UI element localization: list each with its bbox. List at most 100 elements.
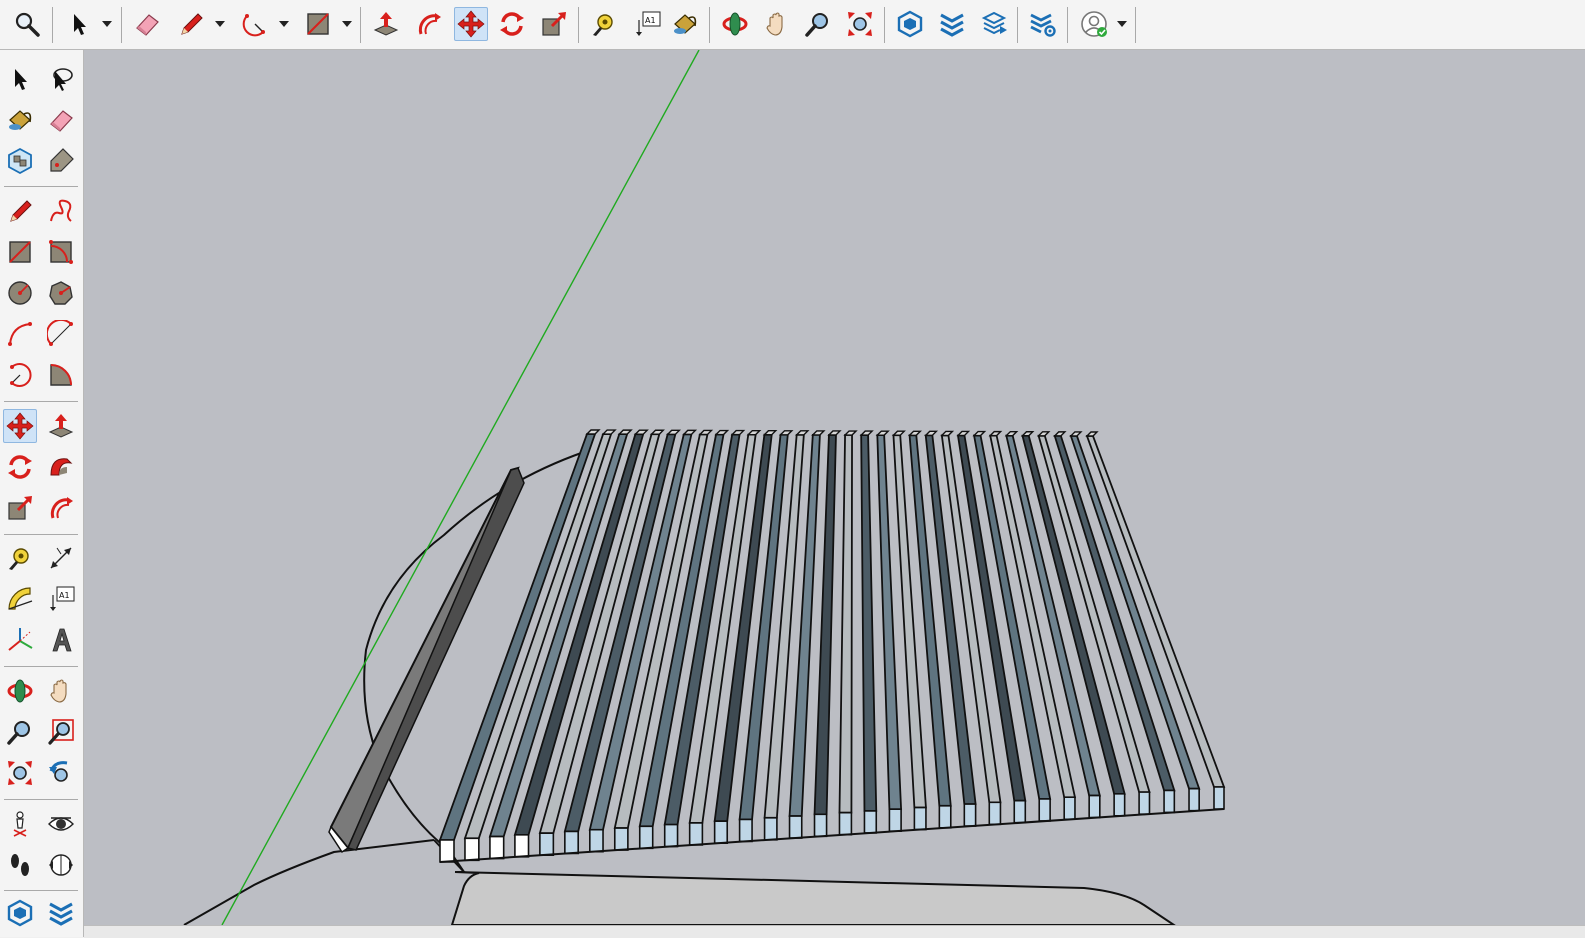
send-to-layout-button[interactable] [978,7,1012,41]
rotate-tool-button[interactable] [495,7,529,41]
left-push-pull-button[interactable] [44,409,78,443]
left-tag-button[interactable] [44,144,78,178]
arc-tool-button[interactable] [238,7,272,41]
orbit-tool-button[interactable] [718,7,752,41]
line-tool-button[interactable] [174,7,208,41]
slat-end-face [539,832,555,856]
left-position-camera-button[interactable] [3,807,37,841]
left-paint-bucket-button[interactable] [3,103,37,137]
slat-array[interactable] [438,429,1226,863]
pencil-line-icon [181,13,203,35]
left-look-around-button[interactable] [44,807,78,841]
toolbar-separator [360,7,361,43]
tape-measure-tool-button[interactable] [587,7,621,41]
3d-warehouse-button[interactable] [893,7,927,41]
slat-end-face [763,816,778,841]
left-pie-button[interactable] [44,358,78,392]
left-select-button[interactable] [3,62,37,96]
left-zoom-button[interactable] [3,715,37,749]
left-rotated-rectangle-button[interactable] [44,235,78,269]
slat[interactable] [838,430,858,836]
modeling-viewport[interactable] [84,50,1585,925]
left-rectangle-button[interactable] [3,235,37,269]
detached-slat[interactable] [328,466,525,854]
rectangle-dropdown[interactable] [341,7,353,41]
axes-icon [8,628,33,651]
left-line-button[interactable] [3,194,37,228]
left-eraser-button[interactable] [44,103,78,137]
left-orbit-button[interactable] [3,674,37,708]
left-zoom-extents-button[interactable] [3,756,37,790]
left-circle-button[interactable] [3,276,37,310]
rectangle-tool-button[interactable] [301,7,335,41]
pan-tool-button[interactable] [760,7,794,41]
line-dropdown[interactable] [214,7,226,41]
zoom-icon [7,721,30,745]
text-tool-button[interactable]: A1 [630,7,664,41]
left-3point-arc-button[interactable] [3,358,37,392]
left-protractor-button[interactable] [3,582,37,616]
left-previous-view-button[interactable] [44,756,78,790]
slat-top-cap [924,430,939,437]
toolbar-separator [1067,7,1068,43]
push-pull-tool-button[interactable] [369,7,403,41]
search-tool-button[interactable] [10,7,44,41]
left-axes-button[interactable] [3,623,37,657]
slat-end-face [1088,794,1101,819]
account-dropdown[interactable] [1116,7,1128,41]
slat-end-face [439,839,455,863]
left-polygon-button[interactable] [44,276,78,310]
slat-end-face [564,830,579,855]
zoom-tool-button[interactable] [801,7,835,41]
left-dimension-button[interactable] [44,541,78,575]
slat[interactable] [813,430,842,838]
arc-dropdown[interactable] [278,7,290,41]
slat-end-face [1213,786,1225,810]
left-zoom-window-button[interactable] [44,715,78,749]
slat-top-cap [1085,431,1099,437]
select-tool-button[interactable] [62,7,96,41]
left-pan-button[interactable] [44,674,78,708]
slat-top-cap [956,430,971,437]
move-tool-button[interactable] [454,7,488,41]
left-make-component-button[interactable] [3,144,37,178]
left-2point-arc-button[interactable] [44,317,78,351]
left-rotate-button[interactable] [3,450,37,484]
scale-tool-button[interactable] [537,7,571,41]
left-offset-button[interactable] [44,491,78,525]
left-freehand-button[interactable] [44,194,78,228]
left-move-button[interactable] [3,409,37,443]
eraser-tool-button[interactable] [130,7,164,41]
toolbar-separator [1017,7,1018,43]
slat[interactable] [859,430,878,834]
extension-manager-button[interactable] [1026,7,1060,41]
follow-me-icon [50,458,73,476]
left-text-button[interactable]: A1 [44,582,78,616]
zoom-extents-tool-button[interactable] [843,7,877,41]
slat-top-cap [1020,431,1035,437]
left-lasso-select-button[interactable] [44,62,78,96]
tape-measure-icon [593,14,613,36]
paint-bucket-tool-button[interactable] [668,7,702,41]
account-button[interactable] [1077,7,1111,41]
toolbar-separator [709,7,710,43]
slat-end-face [863,810,878,834]
select-dropdown[interactable] [101,7,113,41]
left-follow-me-button[interactable] [44,450,78,484]
left-3d-warehouse-button[interactable] [3,896,37,930]
extension-warehouse-button[interactable] [935,7,969,41]
left-walk-button[interactable] [3,848,37,882]
left-scale-button[interactable] [3,491,37,525]
slat-end-face [1188,787,1200,812]
left-arc-button[interactable] [3,317,37,351]
offset-tool-button[interactable] [412,7,446,41]
slat-end-face [638,825,654,850]
terrain-surface [450,871,1176,925]
left-3d-text-button[interactable] [44,623,78,657]
left-tape-measure-button[interactable] [3,541,37,575]
left-extension-warehouse-button[interactable] [44,896,78,930]
freehand-icon [50,199,72,222]
toolbar-separator [1135,7,1136,43]
scene-canvas[interactable] [84,50,1585,925]
left-section-plane-button[interactable] [44,848,78,882]
